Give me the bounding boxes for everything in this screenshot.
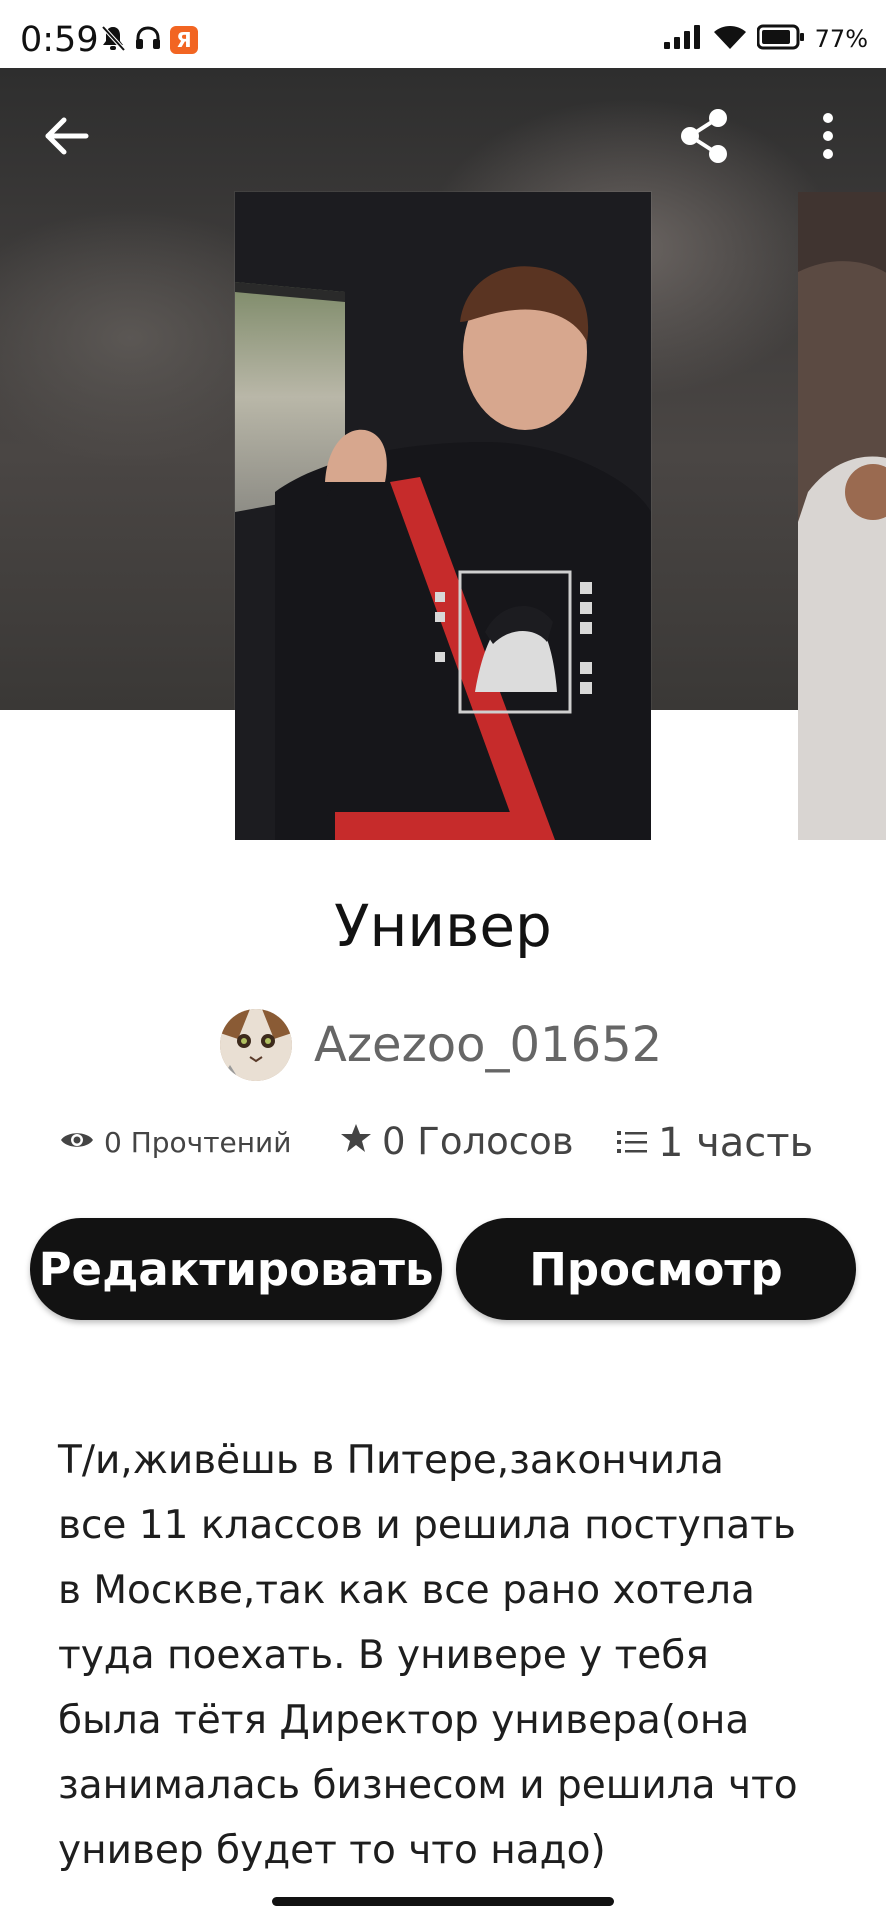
votes-stat: 0 Голосов bbox=[340, 1120, 574, 1163]
author-name[interactable]: Azezoo_01652 bbox=[314, 1017, 662, 1073]
story-title: Универ bbox=[334, 892, 552, 960]
parts-count: 1 часть bbox=[658, 1120, 814, 1166]
share-icon bbox=[672, 109, 736, 172]
headphones-icon bbox=[134, 25, 162, 55]
back-button[interactable] bbox=[34, 104, 98, 168]
reads-count: 0 Прочтений bbox=[104, 1126, 292, 1159]
eye-icon bbox=[60, 1126, 94, 1159]
bell-off-icon bbox=[100, 24, 126, 56]
view-button[interactable]: Просмотр bbox=[456, 1218, 856, 1320]
share-button[interactable] bbox=[672, 104, 736, 168]
arrow-left-icon bbox=[34, 117, 98, 172]
more-vertical-icon bbox=[796, 113, 860, 172]
author-row[interactable]: Azezoo_01652 bbox=[220, 1005, 662, 1085]
wifi-icon bbox=[713, 24, 747, 54]
reads-stat: 0 Прочтений bbox=[60, 1126, 291, 1159]
story-cover[interactable] bbox=[235, 192, 651, 840]
list-icon bbox=[616, 1120, 648, 1166]
signal-icon bbox=[663, 24, 703, 54]
battery-icon bbox=[756, 24, 805, 54]
cover-photo bbox=[235, 192, 651, 840]
votes-count: 0 Голосов bbox=[382, 1120, 574, 1163]
status-time: 0:59 bbox=[20, 20, 99, 60]
star-icon bbox=[340, 1120, 372, 1163]
story-description: Т/и,живёшь в Питере,закончила все 11 кла… bbox=[58, 1438, 798, 1873]
more-options-button[interactable] bbox=[796, 104, 860, 168]
next-cover-peek[interactable] bbox=[798, 192, 886, 840]
yandex-icon: Я bbox=[170, 26, 198, 54]
battery-percent: 77% bbox=[814, 25, 868, 53]
story-stats: 0 Прочтений 0 Голосов 1 часть bbox=[60, 1120, 850, 1180]
home-indicator[interactable] bbox=[272, 1897, 614, 1906]
parts-stat: 1 часть bbox=[616, 1120, 813, 1166]
status-bar: 0:59 Я 77% bbox=[0, 0, 886, 68]
avatar[interactable] bbox=[220, 1009, 292, 1081]
edit-button[interactable]: Редактировать bbox=[30, 1218, 442, 1320]
